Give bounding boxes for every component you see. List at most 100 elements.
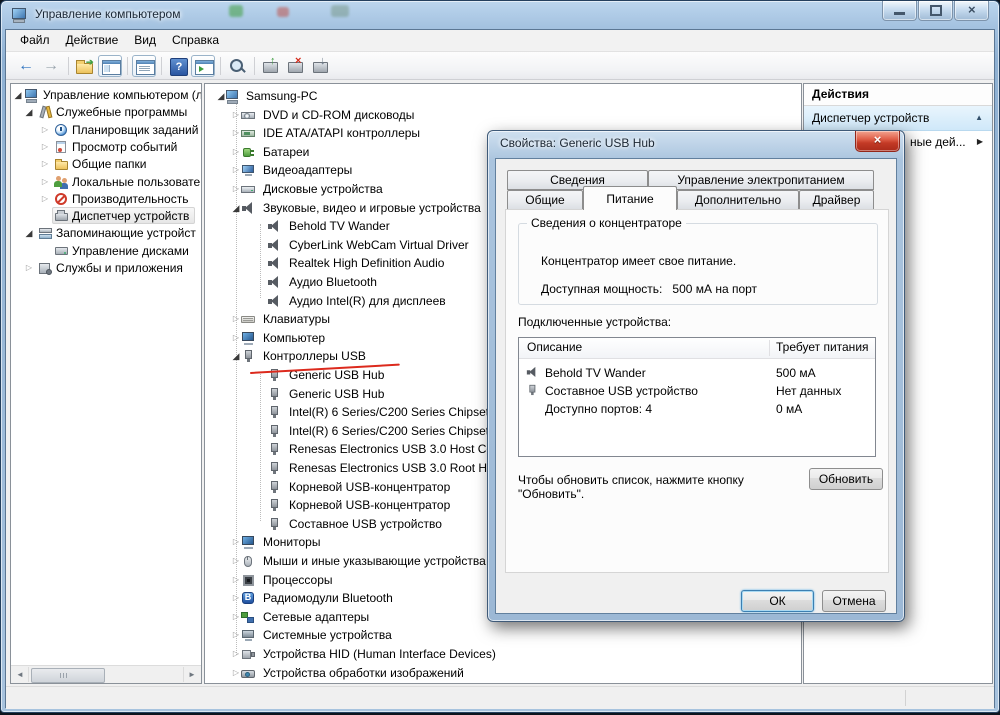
properties-icon[interactable] xyxy=(132,55,156,77)
usb-icon xyxy=(267,480,282,495)
expand-arrow-icon[interactable]: ▷ xyxy=(231,537,241,546)
device-tree-item[interactable]: ▷DVD и CD-ROM дисководы xyxy=(205,107,801,126)
tab-power-management[interactable]: Управление электропитанием xyxy=(648,170,874,190)
collapse-arrow-icon[interactable]: ◢ xyxy=(231,351,241,362)
console-tree-item[interactable]: ◢Управление компьютером (л xyxy=(11,87,201,104)
scrollbar-thumb[interactable] xyxy=(31,668,105,683)
device-tree-item[interactable]: ▷Системные устройства xyxy=(205,627,801,646)
expand-arrow-icon[interactable]: ▷ xyxy=(40,159,50,168)
tab-advanced[interactable]: Дополнительно xyxy=(677,190,799,210)
show-console-tree-icon[interactable]: ➔ xyxy=(73,55,97,77)
device-tree-item[interactable]: ▷Устройства обработки изображений xyxy=(205,665,801,684)
toolbar-separator xyxy=(127,57,128,75)
expand-arrow-icon[interactable]: ▷ xyxy=(231,593,241,602)
column-power-required[interactable]: Требует питания xyxy=(776,340,869,354)
usb-icon xyxy=(267,424,282,439)
collapse-arrow-icon[interactable]: ◢ xyxy=(24,107,34,118)
expand-arrow-icon[interactable]: ▷ xyxy=(231,314,241,323)
cpu-icon xyxy=(241,573,256,588)
close-button[interactable]: × xyxy=(954,1,989,21)
horizontal-scrollbar[interactable]: ◄ ► xyxy=(11,665,201,683)
refresh-button[interactable]: Обновить xyxy=(809,468,883,490)
console-tree-item-label: Управление дисками xyxy=(72,244,189,258)
expand-arrow-icon[interactable]: ▷ xyxy=(40,177,50,186)
hub-power-row: Доступная мощность:500 мА на порт xyxy=(541,282,757,296)
tab-driver[interactable]: Драйвер xyxy=(799,190,874,210)
devmgr-icon xyxy=(54,209,69,224)
tab-general[interactable]: Общие xyxy=(507,190,583,210)
console-tree-item[interactable]: Диспетчер устройств xyxy=(11,208,201,225)
attached-device-row[interactable]: Составное USB устройствоНет данных xyxy=(519,382,875,400)
menu-view[interactable]: Вид xyxy=(126,30,164,51)
window-titlebar[interactable]: Управление компьютером × xyxy=(1,1,999,29)
console-tree-item[interactable]: ▷Планировщик заданий xyxy=(11,122,201,139)
console-panes-icon[interactable] xyxy=(98,55,122,77)
expand-arrow-icon[interactable]: ▷ xyxy=(231,630,241,639)
device-tree-item-label: Составное USB устройство xyxy=(289,517,442,531)
expand-arrow-icon[interactable]: ▷ xyxy=(231,668,241,677)
column-description[interactable]: Описание xyxy=(527,340,582,354)
dialog-close-button[interactable]: × xyxy=(855,131,900,152)
console-tree-item[interactable]: ▷Общие папки xyxy=(11,156,201,173)
expand-arrow-icon[interactable]: ▷ xyxy=(231,612,241,621)
collapse-arrow-icon[interactable]: ◢ xyxy=(13,90,23,101)
expand-arrow-icon[interactable]: ▷ xyxy=(231,147,241,156)
device-tree-item-label: Устройства HID (Human Interface Devices) xyxy=(263,647,496,661)
expand-arrow-icon[interactable]: ▷ xyxy=(24,263,34,272)
expand-arrow-icon[interactable]: ▷ xyxy=(40,142,50,151)
scan-hardware-icon[interactable] xyxy=(225,55,249,77)
expand-arrow-icon[interactable]: ▷ xyxy=(231,649,241,658)
expand-arrow-icon[interactable]: ▷ xyxy=(40,194,50,203)
expand-arrow-icon[interactable]: ▷ xyxy=(231,184,241,193)
cancel-button[interactable]: Отмена xyxy=(822,590,886,612)
expand-arrow-icon[interactable]: ▷ xyxy=(231,165,241,174)
expand-arrow-icon[interactable]: ▷ xyxy=(231,575,241,584)
device-tree-item[interactable]: ◢Samsung-PC xyxy=(205,88,801,107)
scroll-right-icon[interactable]: ► xyxy=(183,667,200,682)
console-tree-item[interactable]: ▷ Локальные пользовате xyxy=(11,174,201,191)
expand-arrow-icon[interactable]: ▷ xyxy=(231,556,241,565)
console-tree-item-label: Локальные пользовате xyxy=(72,175,200,189)
collapse-arrow-icon[interactable]: ◢ xyxy=(231,203,241,214)
expand-arrow-icon[interactable]: ▷ xyxy=(40,125,50,134)
back-icon[interactable]: ← xyxy=(14,55,38,77)
uninstall-device-icon[interactable]: × xyxy=(284,55,308,77)
forward-icon[interactable]: → xyxy=(39,55,63,77)
console-tree-item[interactable]: Управление дисками xyxy=(11,243,201,260)
mouse-icon xyxy=(241,554,256,569)
ok-button[interactable]: ОК xyxy=(741,590,814,612)
attached-device-row[interactable]: Доступно портов: 40 мА xyxy=(519,400,875,418)
disable-device-icon[interactable]: ↓ xyxy=(309,55,333,77)
menu-help[interactable]: Справка xyxy=(164,30,227,51)
console-tree-item[interactable]: ▷Просмотр событий xyxy=(11,139,201,156)
collapse-section-icon[interactable]: ▲ xyxy=(975,106,983,130)
dialog-title[interactable]: Свойства: Generic USB Hub xyxy=(500,136,655,150)
menu-file[interactable]: Файл xyxy=(12,30,58,51)
console-tree-item[interactable]: ▷Службы и приложения xyxy=(11,260,201,277)
update-driver-icon[interactable]: ↑ xyxy=(259,55,283,77)
bluetooth-icon xyxy=(241,591,256,606)
expand-arrow-icon[interactable]: ▷ xyxy=(231,128,241,137)
column-divider[interactable] xyxy=(769,340,770,356)
show-action-pane-icon[interactable] xyxy=(191,55,215,77)
console-tree-item[interactable]: ▷Производительность xyxy=(11,191,201,208)
actions-section-device-manager[interactable]: Диспетчер устройств ▲ xyxy=(804,106,992,131)
scroll-left-icon[interactable]: ◄ xyxy=(12,667,29,682)
attached-device-row[interactable]: Behold TV Wander500 мА xyxy=(519,364,875,382)
collapse-arrow-icon[interactable]: ◢ xyxy=(24,228,34,239)
maximize-button[interactable] xyxy=(918,1,953,21)
device-tree-item[interactable]: ▷ Устройства HID (Human Interface Devices… xyxy=(205,646,801,665)
expand-arrow-icon[interactable]: ▷ xyxy=(231,110,241,119)
menu-bar: Файл Действие Вид Справка xyxy=(6,30,994,52)
console-tree-item[interactable]: ◢Служебные программы xyxy=(11,104,201,121)
console-tree-item[interactable]: ◢Запоминающие устройст xyxy=(11,225,201,242)
expand-arrow-icon[interactable]: ▷ xyxy=(231,333,241,342)
speaker-icon xyxy=(267,275,282,290)
computer-icon xyxy=(24,88,39,103)
services-icon xyxy=(38,261,53,276)
minimize-button[interactable] xyxy=(882,1,917,21)
menu-action[interactable]: Действие xyxy=(58,30,127,51)
attached-devices-list[interactable]: Описание Требует питания Behold TV Wande… xyxy=(518,337,876,457)
help-icon[interactable]: ? xyxy=(166,55,190,77)
tab-power[interactable]: Питание xyxy=(583,186,677,210)
